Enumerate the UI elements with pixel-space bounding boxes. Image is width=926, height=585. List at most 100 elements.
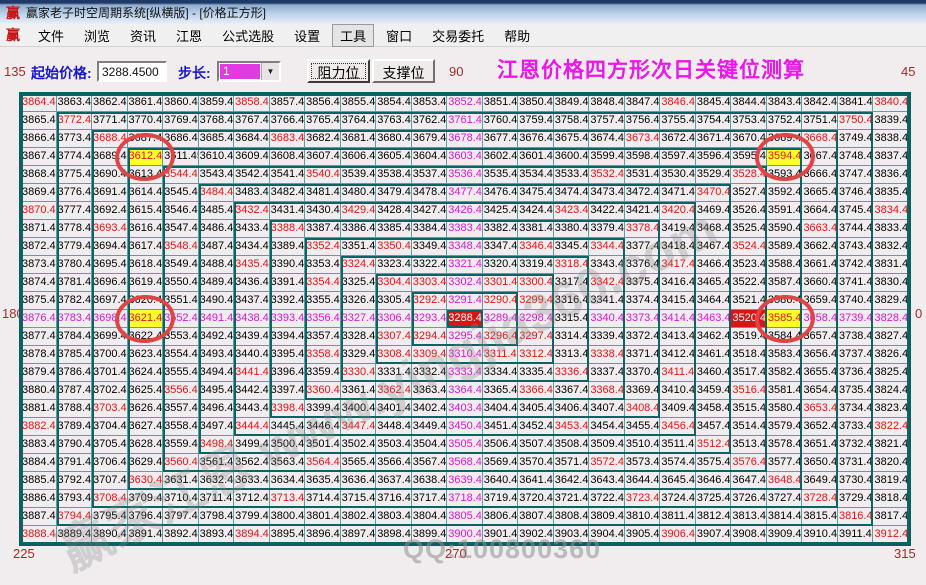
grid-cell: 3408.45 [624, 400, 661, 418]
grid-cell: 3504.45 [411, 436, 448, 454]
grid-cell: 3787.45 [56, 382, 93, 400]
grid-cell: 3850.45 [518, 94, 554, 112]
start-price-input[interactable] [97, 61, 167, 82]
grid-cell: 3424.45 [518, 202, 554, 220]
grid-cell: 3390.45 [269, 256, 306, 274]
grid-cell: 3630.45 [127, 472, 164, 490]
grid-cell: 3365.45 [482, 382, 519, 400]
grid-cell: 3780.45 [56, 256, 93, 274]
step-select[interactable]: 1 ▼ [217, 61, 281, 82]
grid-cell: 3626.45 [127, 400, 164, 418]
grid-cell: 3686.45 [163, 130, 199, 148]
grid-cell: 3759.45 [518, 112, 554, 130]
grid-cell: 3545.45 [163, 184, 199, 202]
grid-cell: 3669.45 [766, 130, 803, 148]
grid-cell: 3291.45 [447, 292, 483, 310]
menu-item-工具[interactable]: 工具 [332, 23, 375, 47]
grid-cell: 3377.45 [624, 238, 661, 256]
grid-cell: 3378.45 [624, 220, 661, 238]
menu-item-浏览[interactable]: 浏览 [76, 24, 118, 47]
grid-cell: 3849.45 [553, 94, 590, 112]
grid-cell: 3534.45 [518, 166, 554, 184]
grid-cell: 3482.45 [269, 184, 306, 202]
grid-cell: 3758.45 [553, 112, 590, 130]
support-button[interactable]: 支撑位 [372, 59, 435, 83]
grid-cell: 3629.45 [127, 454, 164, 472]
menu-item-公式选股[interactable]: 公式选股 [214, 24, 282, 47]
grid-cell: 3822.45 [873, 418, 909, 436]
grid-cell: 3824.45 [873, 382, 909, 400]
menu-item-交易委托[interactable]: 交易委托 [424, 24, 492, 47]
grid-cell: 3760.45 [482, 112, 519, 130]
grid-cell: 3645.45 [660, 472, 696, 490]
grid-cell: 3643.45 [589, 472, 625, 490]
grid-cell: 3766.45 [269, 112, 306, 130]
grid-cell: 3736.45 [837, 364, 874, 382]
grid-cell: 3825.45 [873, 364, 909, 382]
grid-cell: 3532.45 [589, 166, 625, 184]
grid-cell: 3333.45 [447, 364, 483, 382]
grid-cell: 3489.45 [198, 274, 235, 292]
grid-cell: 3320.45 [482, 256, 519, 274]
grid-cell: 3660.45 [802, 274, 838, 292]
angle-label-225: 225 [13, 546, 35, 561]
grid-cell: 3596.45 [695, 148, 732, 166]
grid-cell: 3861.45 [127, 94, 164, 112]
grid-cell: 3367.45 [553, 382, 590, 400]
menu-item-资讯[interactable]: 资讯 [122, 24, 164, 47]
menu-item-文件[interactable]: 文件 [30, 24, 72, 47]
grid-cell: 3472.45 [624, 184, 661, 202]
grid-cell: 3572.45 [589, 454, 625, 472]
menu-item-江恩[interactable]: 江恩 [168, 24, 210, 47]
resistance-button[interactable]: 阻力位 [307, 59, 370, 83]
grid-cell: 3347.45 [482, 238, 519, 256]
grid-cell: 3462.45 [695, 328, 732, 346]
grid-cell: 3570.45 [518, 454, 554, 472]
combo-dropdown-button[interactable]: ▼ [261, 63, 279, 80]
grid-cell: 3755.45 [660, 112, 696, 130]
grid-cell: 3524.45 [731, 238, 767, 256]
grid-cell: 3719.45 [482, 490, 519, 508]
grid-cell: 3417.45 [660, 256, 696, 274]
grid-cell: 3530.45 [660, 166, 696, 184]
grid-cell: 3853.45 [411, 94, 448, 112]
grid-cell: 3431.45 [269, 202, 306, 220]
grid-cell: 3658.45 [802, 310, 838, 328]
grid-cell: 3833.45 [873, 220, 909, 238]
grid-cell: 3299.45 [518, 292, 554, 310]
grid-cell: 3487.45 [198, 238, 235, 256]
grid-cell: 3396.45 [269, 364, 306, 382]
grid-cell: 3832.45 [873, 238, 909, 256]
menu-item-设置[interactable]: 设置 [286, 24, 328, 47]
grid-cell: 3311.45 [482, 346, 519, 364]
grid-cell: 3538.45 [376, 166, 412, 184]
grid-cell: 3671.45 [695, 130, 732, 148]
menu-item-帮助[interactable]: 帮助 [496, 24, 538, 47]
grid-cell: 3802.45 [340, 508, 377, 526]
grid-cell: 3336.45 [553, 364, 590, 382]
grid-cell: 3842.45 [802, 94, 838, 112]
grid-cell: 3533.45 [553, 166, 590, 184]
grid-cell: 3374.45 [624, 292, 661, 310]
grid-cell: 3810.45 [624, 508, 661, 526]
grid-cell: 3856.45 [305, 94, 341, 112]
grid-cell: 3872.45 [21, 238, 57, 256]
grid-cell: 3361.45 [340, 382, 377, 400]
menu-item-窗口[interactable]: 窗口 [378, 24, 420, 47]
grid-cell: 3397.45 [269, 382, 306, 400]
grid-cell: 3425.45 [482, 202, 519, 220]
grid-cell: 3843.45 [766, 94, 803, 112]
grid-cell: 3730.45 [837, 472, 874, 490]
grid-cell: 3617.45 [127, 238, 164, 256]
grid-cell: 3700.45 [92, 346, 128, 364]
grid-cell: 3644.45 [624, 472, 661, 490]
grid-cell: 3435.45 [234, 256, 270, 274]
grid-cell: 3647.45 [731, 472, 767, 490]
grid-cell: 3673.45 [624, 130, 661, 148]
grid-cell: 3308.45 [376, 346, 412, 364]
grid-cell: 3782.45 [56, 292, 93, 310]
grid-cell: 3675.45 [553, 130, 590, 148]
grid-cell: 3667.45 [802, 148, 838, 166]
grid-cell: 3403.45 [447, 400, 483, 418]
grid-cell: 3553.45 [163, 328, 199, 346]
